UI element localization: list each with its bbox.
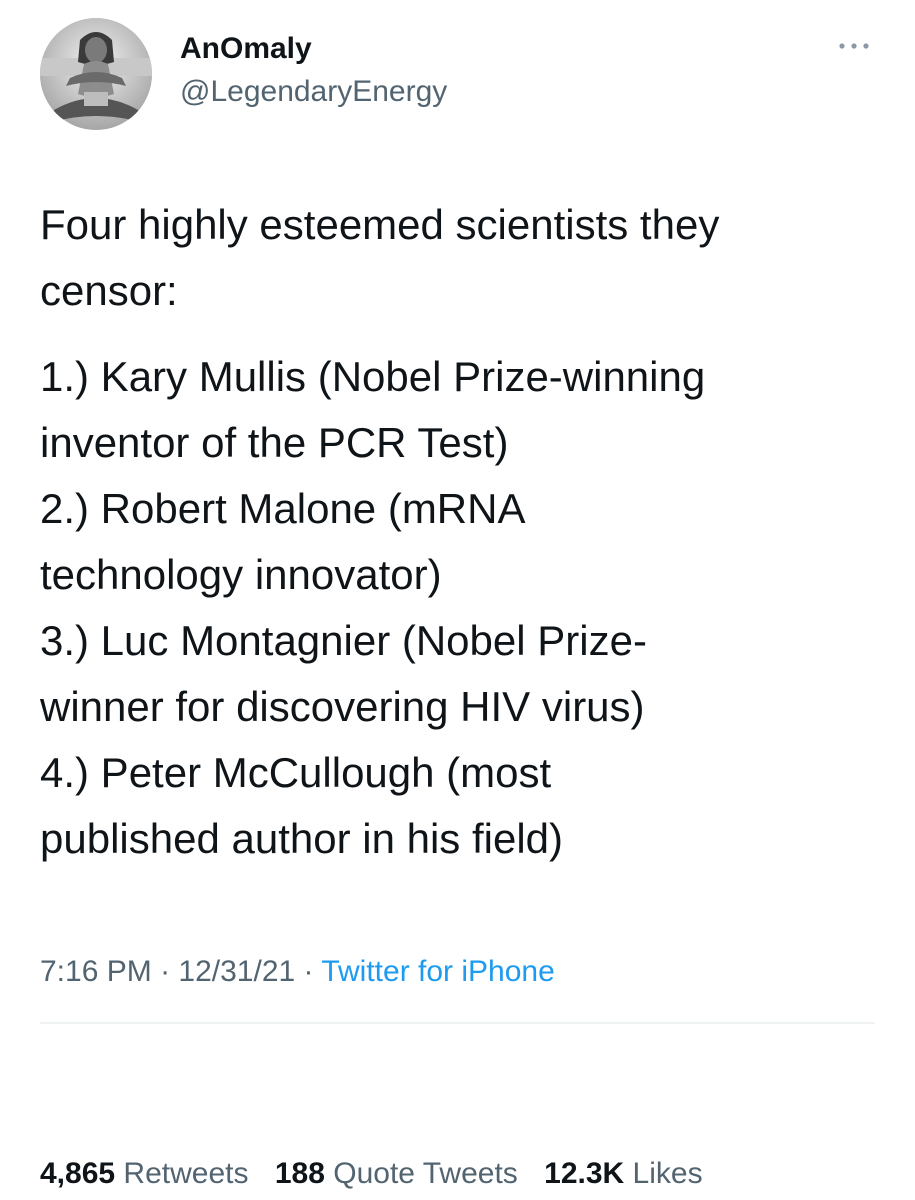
tweet-source-link[interactable]: Twitter for iPhone (321, 955, 554, 988)
tweet-line: inventor of the PCR Test) (40, 419, 509, 466)
more-dots-icon (839, 43, 869, 49)
quote-tweets-stat[interactable]: 188 Quote Tweets (275, 1157, 518, 1190)
retweets-count: 4,865 (40, 1157, 116, 1190)
tweet-line: 4.) Peter McCullough (most (40, 749, 552, 796)
tweet-line: technology innovator) (40, 551, 442, 598)
likes-count: 12.3K (544, 1157, 625, 1190)
tweet-line: 1.) Kary Mullis (Nobel Prize-winning (40, 353, 706, 400)
tweet-card: AnOmaly @LegendaryEnergy Four highly est… (0, 0, 915, 1200)
meta-separator: · (303, 955, 314, 988)
tweet-meta: 7:16 PM · 12/31/21 · Twitter for iPhone (40, 952, 555, 992)
tweet-date[interactable]: 12/31/21 (178, 955, 295, 988)
tweet-line: censor: (40, 267, 178, 314)
avatar[interactable] (40, 18, 152, 130)
tweet-line: 2.) Robert Malone (mRNA (40, 485, 526, 532)
quote-tweets-label: Quote Tweets (333, 1157, 518, 1190)
tweet-text: Four highly esteemed scientists they cen… (40, 192, 890, 872)
tweet-time[interactable]: 7:16 PM (40, 955, 152, 988)
avatar-photo (40, 18, 152, 130)
tweet-line: published author in his field) (40, 815, 563, 862)
quote-tweets-count: 188 (274, 1157, 325, 1190)
tweet-line: winner for discovering HIV virus) (40, 683, 645, 730)
more-options-button[interactable] (834, 34, 874, 58)
meta-separator: · (160, 955, 171, 988)
retweets-stat[interactable]: 4,865 Retweets (40, 1157, 248, 1190)
author-name[interactable]: AnOmaly (180, 30, 312, 68)
author-handle[interactable]: @LegendaryEnergy (180, 73, 447, 111)
likes-label: Likes (632, 1157, 703, 1190)
divider (40, 1022, 875, 1024)
tweet-line: 3.) Luc Montagnier (Nobel Prize- (40, 617, 647, 664)
tweet-stats: 4,865 Retweets 188 Quote Tweets 12.3K Li… (40, 1154, 721, 1194)
likes-stat[interactable]: 12.3K Likes (544, 1157, 702, 1190)
tweet-line: Four highly esteemed scientists they (40, 201, 720, 248)
retweets-label: Retweets (123, 1157, 249, 1190)
